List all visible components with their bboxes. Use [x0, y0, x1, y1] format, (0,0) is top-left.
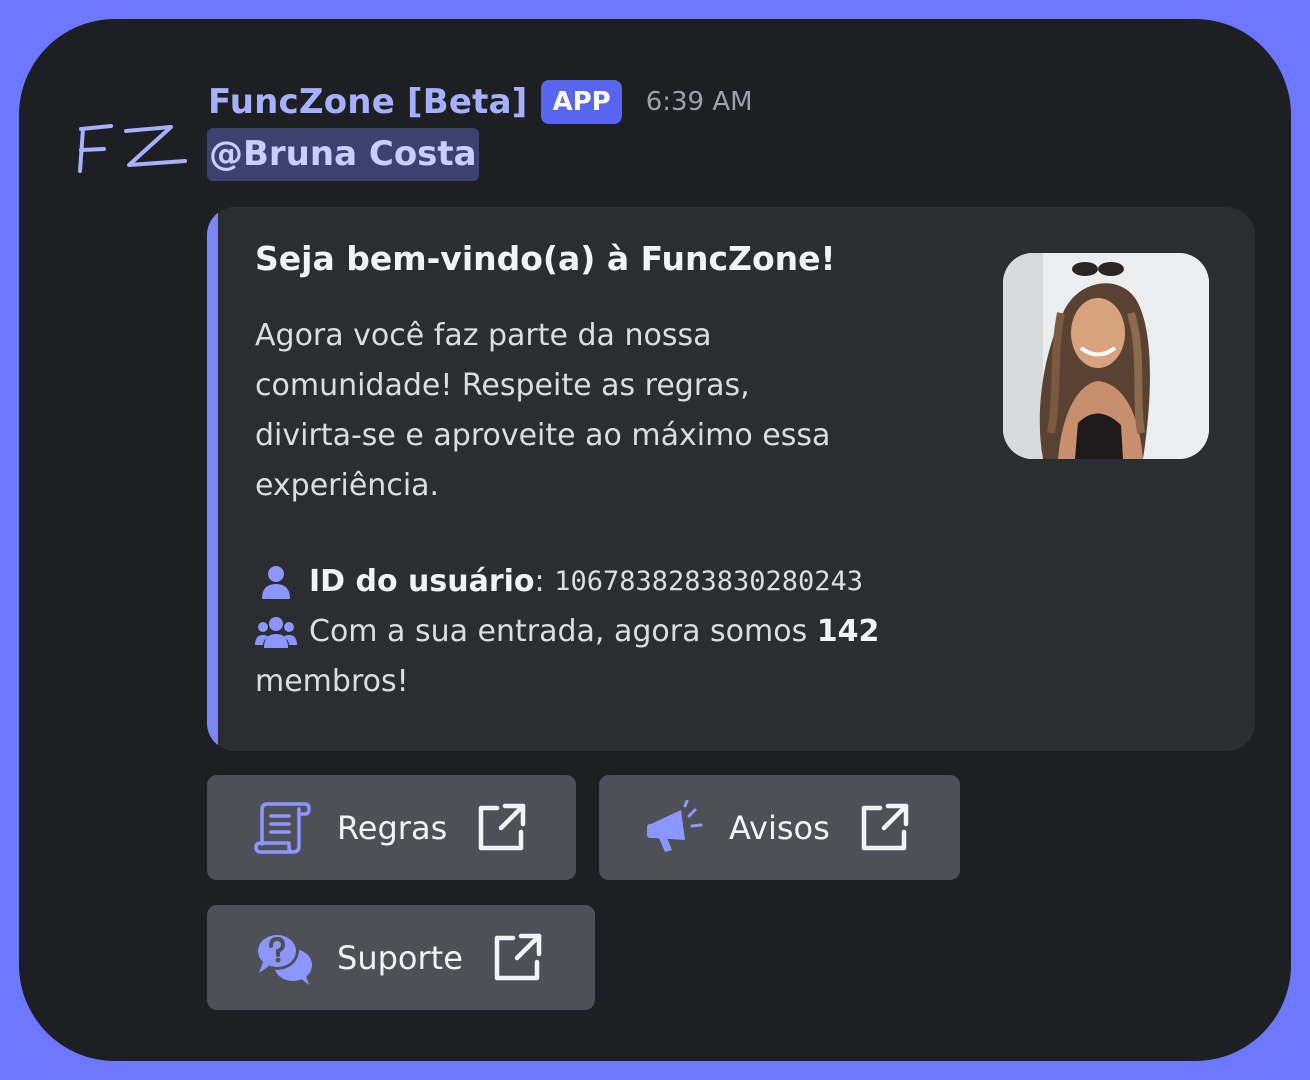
avisos-label: Avisos	[729, 808, 830, 847]
embed-title: Seja bem-vindo(a) à FuncZone!	[255, 239, 836, 278]
members-count: 142	[816, 614, 880, 649]
user-id-label: ID do usuário	[309, 564, 535, 599]
user-id-value: 1067838283830280243	[554, 566, 864, 597]
message-header: FuncZone [Beta] APP 6:39 AM	[208, 80, 753, 124]
bot-name[interactable]: FuncZone [Beta]	[208, 82, 527, 122]
regras-button[interactable]: Regras	[207, 775, 576, 880]
description-line: experiência.	[255, 468, 440, 503]
members-suffix-line: membros!	[255, 657, 879, 707]
user-avatar-thumbnail[interactable]	[1003, 253, 1209, 459]
description-line: divirta-se e aproveite ao máximo essa	[255, 418, 831, 453]
description-line: comunidade! Respeite as regras,	[255, 368, 750, 403]
avisos-button[interactable]: Avisos	[599, 775, 960, 880]
bot-avatar[interactable]	[71, 115, 191, 185]
members-suffix: membros!	[255, 664, 409, 699]
embed-accent-bar	[207, 207, 218, 751]
description-line: Agora você faz parte da nossa	[255, 318, 712, 353]
user-id-line: ID do usuário: 1067838283830280243	[255, 557, 879, 607]
external-link-icon	[858, 802, 910, 854]
embed-description: Agora você faz parte da nossa comunidade…	[255, 311, 875, 511]
message-card: FuncZone [Beta] APP 6:39 AM @Bruna Costa…	[19, 19, 1291, 1061]
external-link-icon	[491, 932, 543, 984]
suporte-button[interactable]: Suporte	[207, 905, 595, 1010]
embed-fields: ID do usuário: 1067838283830280243 Com a…	[255, 557, 879, 707]
welcome-embed: Seja bem-vindo(a) à FuncZone! Agora você…	[207, 207, 1255, 751]
question-chat-icon	[253, 929, 315, 987]
megaphone-icon	[645, 799, 705, 856]
suporte-label: Suporte	[337, 938, 463, 977]
app-badge: APP	[541, 80, 622, 124]
users-icon	[255, 614, 297, 650]
members-line: Com a sua entrada, agora somos 142	[255, 607, 879, 657]
timestamp: 6:39 AM	[645, 87, 753, 117]
user-mention[interactable]: @Bruna Costa	[207, 128, 479, 181]
scroll-icon	[253, 800, 313, 856]
regras-label: Regras	[337, 808, 448, 847]
user-icon	[255, 564, 297, 600]
external-link-icon	[475, 802, 527, 854]
user-id-separator: :	[534, 564, 545, 599]
members-prefix: Com a sua entrada, agora somos	[309, 614, 808, 649]
